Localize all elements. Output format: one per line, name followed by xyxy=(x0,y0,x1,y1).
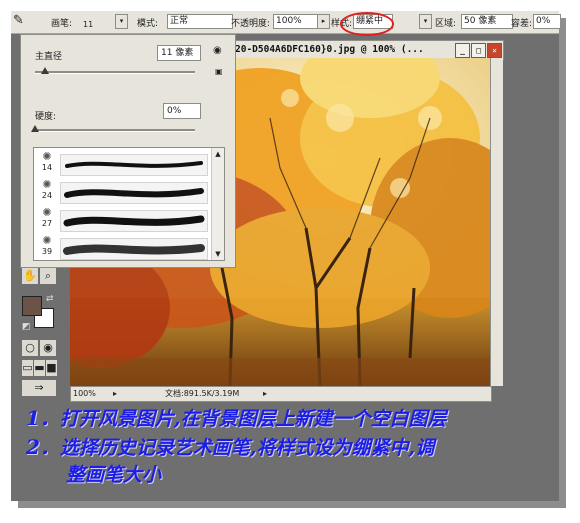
brush-tip-icon: ✺ 14 xyxy=(41,150,53,172)
zoom-tool-icon[interactable]: ⌕ xyxy=(40,268,56,284)
screen-mode-standard-icon[interactable]: ▭ xyxy=(22,360,33,376)
caption-step-1: 1．打开风景图片,在背景图层上新建一个空白图层 xyxy=(26,406,447,430)
brush-preset-item[interactable]: ✺ 27 xyxy=(34,206,210,234)
mode-select[interactable]: 正常 xyxy=(167,14,233,29)
brush-preset-panel: 主直径 11 像素 ◉ ▣ 硬度: 0% ✺ 14 ✺ 24 ✺ 27 ✺ 39 ▲ ▼ xyxy=(20,34,236,268)
swap-colors-icon[interactable]: ⇄ xyxy=(46,294,54,304)
close-button[interactable]: ✕ xyxy=(487,43,502,58)
maximize-button[interactable]: □ xyxy=(471,43,486,58)
default-colors-icon[interactable]: ◩ xyxy=(22,322,31,332)
status-menu-icon[interactable]: ▸ xyxy=(113,387,117,401)
zoom-readout[interactable]: 100% xyxy=(73,387,96,401)
area-input[interactable]: 50 像素 xyxy=(461,14,513,29)
hardness-slider-track[interactable] xyxy=(35,129,195,132)
brush-preset-item[interactable]: ✺ 24 xyxy=(34,178,210,206)
jump-to-imageready-icon[interactable]: ⇒ xyxy=(22,380,56,396)
document-titlebar[interactable]: 20-D504A6DFC160}0.jpg @ 100% (... _ □ ✕ xyxy=(232,40,504,60)
standard-mode-icon[interactable]: ○ xyxy=(22,340,38,356)
brush-tip-icon: ✺ 24 xyxy=(41,178,53,200)
brush-preset-item[interactable]: ✺ 39 xyxy=(34,234,210,260)
mode-label: 模式: xyxy=(137,19,159,29)
hand-tool-icon[interactable]: ✋ xyxy=(22,268,38,284)
hardness-input[interactable]: 0% xyxy=(163,103,201,119)
brush-tip-icon: ✺ 27 xyxy=(41,206,53,228)
tolerance-label: 容差: xyxy=(511,19,533,29)
screen-mode-full-menu-icon[interactable]: ▬ xyxy=(34,360,45,376)
hardness-slider-thumb[interactable] xyxy=(31,125,39,132)
area-label: 区域: xyxy=(435,19,457,29)
brush-picker-dropdown[interactable]: ▾ xyxy=(115,14,128,29)
history-brush-tool-icon[interactable]: ✎ xyxy=(13,13,24,28)
brush-stroke-preview xyxy=(60,154,208,176)
brush-preset-item[interactable]: ✺ 14 xyxy=(34,150,210,178)
document-title: 20-D504A6DFC160}0.jpg @ 100% (... xyxy=(235,44,424,55)
brush-stroke-preview xyxy=(60,182,208,204)
caption-step-2-cont: 整画笔大小 xyxy=(66,464,162,486)
opacity-label: 不透明度: xyxy=(231,19,271,29)
brush-stroke-preview xyxy=(60,238,208,260)
style-highlight-ring xyxy=(340,12,394,36)
screen-mode-full-icon[interactable]: ■ xyxy=(46,360,57,376)
panel-menu-icon[interactable]: ◉ xyxy=(213,45,222,56)
brush-stroke-preview xyxy=(60,210,208,232)
foreground-color-swatch[interactable] xyxy=(22,296,42,316)
diameter-label: 主直径 xyxy=(35,52,63,62)
opacity-input[interactable]: 100% xyxy=(273,14,321,29)
hardness-label: 硬度: xyxy=(35,112,57,122)
opacity-slider-toggle[interactable]: ▸ xyxy=(317,14,330,29)
caption-step-2: 2．选择历史记录艺术画笔,将样式设为绷紧中,调 xyxy=(26,435,435,459)
brush-preset-list: ✺ 14 ✺ 24 ✺ 27 ✺ 39 ▲ ▼ xyxy=(33,147,225,261)
brush-tip-icon: ✺ 39 xyxy=(41,234,53,256)
diameter-slider-track[interactable] xyxy=(35,71,195,74)
scroll-up-icon[interactable]: ▲ xyxy=(213,149,223,159)
minimize-button[interactable]: _ xyxy=(455,43,470,58)
canvas-vertical-scrollbar[interactable] xyxy=(490,58,503,386)
document-statusbar: 100% ▸ 文档:891.5K/3.19M ▸ xyxy=(70,386,492,402)
preset-list-scrollbar[interactable]: ▲ ▼ xyxy=(211,148,224,260)
brush-size-readout: 11 xyxy=(83,20,94,29)
tolerance-input[interactable]: 0% xyxy=(533,14,561,29)
brush-label: 画笔: xyxy=(51,19,73,29)
quick-mask-icon[interactable]: ◉ xyxy=(40,340,56,356)
new-preset-icon[interactable]: ▣ xyxy=(215,67,223,76)
style-dropdown-arrow[interactable]: ▾ xyxy=(419,14,432,29)
diameter-slider-thumb[interactable] xyxy=(40,67,49,74)
diameter-input[interactable]: 11 像素 xyxy=(157,45,201,61)
status-arrow-icon[interactable]: ▸ xyxy=(263,387,267,401)
document-size: 文档:891.5K/3.19M xyxy=(165,389,240,398)
options-bar: ✎ 画笔: 11 ▾ 模式: 正常 不透明度: 100% ▸ 样式: 绷紧中 ▾… xyxy=(11,11,561,34)
scroll-down-icon[interactable]: ▼ xyxy=(213,249,223,259)
